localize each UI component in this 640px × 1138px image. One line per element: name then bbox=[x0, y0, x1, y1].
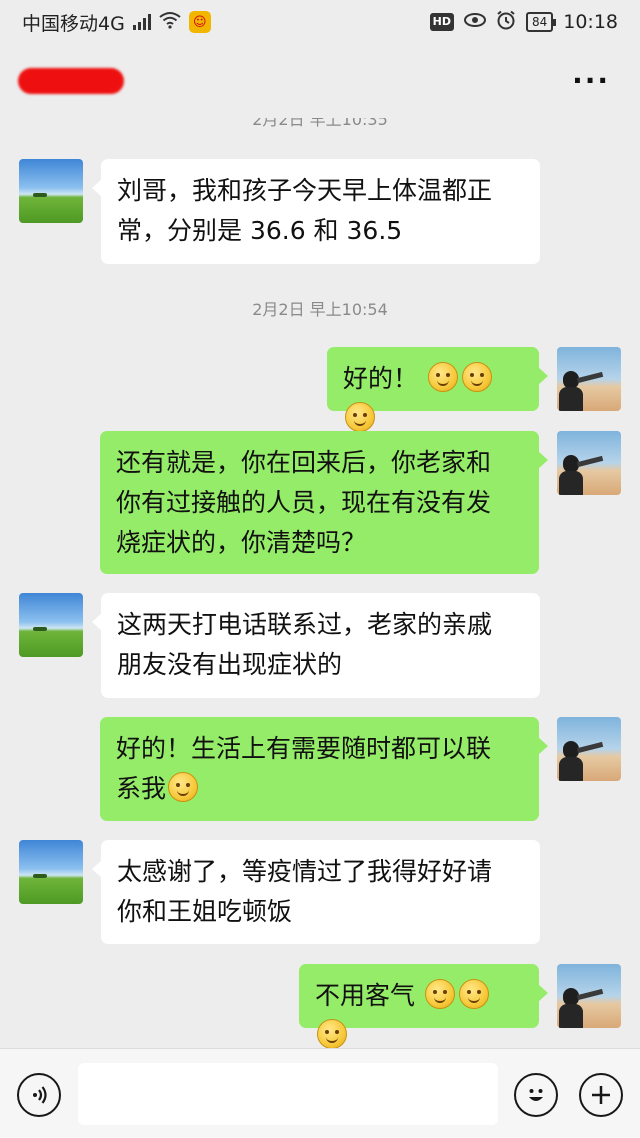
message-text: 不用客气 bbox=[315, 981, 416, 1010]
smile-emoji-icon bbox=[427, 362, 458, 392]
user-avatar[interactable] bbox=[557, 347, 621, 411]
message-line: 这两天打电话联系过，老家的亲戚 bbox=[117, 610, 493, 639]
message-line: 好的！生活上有需要随时都可以联 bbox=[116, 734, 492, 763]
clock-time: 10:18 bbox=[563, 11, 618, 33]
message-line: 系我 bbox=[116, 774, 167, 803]
contact-avatar[interactable] bbox=[19, 840, 83, 904]
sticker-button[interactable] bbox=[514, 1073, 558, 1117]
message-line: 朋友没有出现症状的 bbox=[117, 650, 343, 679]
message-line: 常，分别是 36.6 和 36.5 bbox=[117, 216, 403, 245]
user-avatar[interactable] bbox=[557, 964, 621, 1028]
message-input[interactable] bbox=[78, 1063, 498, 1125]
message-bubble-outgoing[interactable]: 不用客气 bbox=[299, 964, 548, 1048]
message-bubble-incoming[interactable]: 这两天打电话联系过，老家的亲戚 朋友没有出现症状的 bbox=[92, 593, 540, 698]
user-avatar[interactable] bbox=[557, 717, 621, 781]
message-line: 刘哥，我和孩子今天早上体温都正 bbox=[117, 176, 493, 205]
signal-icon bbox=[132, 14, 151, 30]
contact-avatar[interactable] bbox=[19, 159, 83, 223]
user-avatar[interactable] bbox=[557, 431, 621, 495]
contact-avatar[interactable] bbox=[19, 593, 83, 657]
voice-button[interactable] bbox=[17, 1073, 61, 1117]
message-bubble-outgoing[interactable]: 还有就是，你在回来后，你老家和 你有过接触的人员，现在有没有发 烧症状的，你清楚… bbox=[100, 431, 548, 574]
timestamp: 2月2日 早上10:35 bbox=[252, 118, 388, 129]
carrier-label: 中国移动4G bbox=[22, 12, 125, 35]
status-bar: 中国移动4G ☺ HD 84 10:18 bbox=[0, 0, 640, 44]
plus-button[interactable] bbox=[579, 1073, 623, 1117]
input-bar bbox=[0, 1048, 640, 1138]
smile-emoji-icon bbox=[461, 362, 492, 392]
message-list[interactable]: 2月2日 早上10:35 刘哥，我和孩子今天早上体温都正 常，分别是 36.6 … bbox=[0, 118, 640, 1048]
hd-icon: HD bbox=[429, 13, 454, 31]
message-line: 烧症状的，你清楚吗？ bbox=[116, 528, 367, 557]
sticker-icon bbox=[529, 1089, 543, 1101]
plus-icon bbox=[592, 1086, 610, 1104]
eye-icon bbox=[463, 11, 486, 33]
smile-emoji-icon bbox=[168, 772, 199, 802]
message-bubble-outgoing[interactable]: 好的！生活上有需要随时都可以联 系我 bbox=[100, 717, 548, 821]
voice-icon bbox=[33, 1086, 47, 1104]
timestamp: 2月2日 早上10:54 bbox=[252, 300, 388, 319]
status-right: HD 84 10:18 bbox=[429, 10, 618, 35]
smile-emoji-icon bbox=[317, 1019, 347, 1048]
app-notification-icon: ☺ bbox=[188, 11, 211, 33]
smile-emoji-icon bbox=[458, 979, 489, 1009]
message-text: 好的！ bbox=[343, 364, 419, 393]
message-bubble-outgoing[interactable]: 好的！ bbox=[327, 347, 548, 432]
message-line: 还有就是，你在回来后，你老家和 bbox=[116, 448, 492, 477]
wifi-icon bbox=[159, 11, 181, 34]
smile-emoji-icon bbox=[424, 979, 455, 1009]
status-left: 中国移动4G ☺ bbox=[22, 9, 211, 36]
smile-emoji-icon bbox=[345, 402, 375, 432]
message-line: 你和王姐吃顿饭 bbox=[117, 897, 293, 926]
alarm-icon bbox=[496, 10, 516, 35]
battery-icon: 84 bbox=[525, 12, 557, 32]
chat-header: ··· bbox=[0, 44, 640, 118]
message-line: 太感谢了，等疫情过了我得好好请 bbox=[117, 857, 493, 886]
message-line-wrap: 系我 bbox=[116, 769, 523, 809]
more-options-button[interactable]: ··· bbox=[572, 67, 610, 95]
message-bubble-incoming[interactable]: 太感谢了，等疫情过了我得好好请 你和王姐吃顿饭 bbox=[92, 840, 540, 944]
contact-name-redacted bbox=[18, 68, 124, 94]
message-bubble-incoming[interactable]: 刘哥，我和孩子今天早上体温都正 常，分别是 36.6 和 36.5 bbox=[92, 159, 540, 264]
message-line: 你有过接触的人员，现在有没有发 bbox=[116, 488, 492, 517]
